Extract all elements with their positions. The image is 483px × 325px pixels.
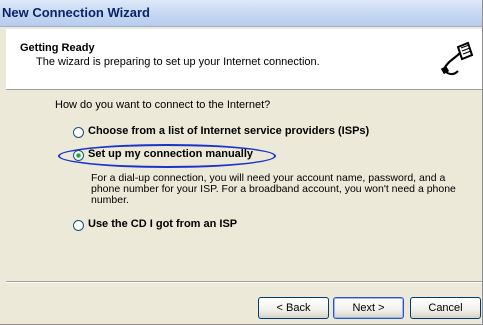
option-manual-label[interactable]: Set up my connection manually (88, 148, 253, 160)
option-cd-radio[interactable] (73, 220, 84, 231)
footer-divider (6, 281, 482, 283)
window-title: New Connection Wizard (2, 5, 150, 20)
next-button[interactable]: Next > (333, 297, 404, 319)
option-isp-list-label[interactable]: Choose from a list of Internet service p… (88, 125, 369, 137)
header-title: Getting Ready (20, 42, 95, 54)
manual-description: For a dial-up connection, you will need … (91, 172, 456, 206)
wizard-window: New Connection Wizard Getting Ready The … (0, 0, 483, 325)
option-manual-radio[interactable] (73, 150, 84, 161)
cancel-button[interactable]: Cancel (410, 297, 481, 319)
network-plug-icon (438, 39, 474, 79)
wizard-header: Getting Ready The wizard is preparing to… (6, 29, 482, 90)
back-button[interactable]: < Back (258, 297, 329, 319)
option-cd-label[interactable]: Use the CD I got from an ISP (88, 218, 237, 230)
option-isp-list-radio[interactable] (73, 127, 84, 138)
header-subtitle: The wizard is preparing to set up your I… (36, 56, 320, 68)
wizard-content: How do you want to connect to the Intern… (6, 90, 482, 280)
connect-question: How do you want to connect to the Intern… (55, 99, 271, 111)
title-bar[interactable]: New Connection Wizard (0, 0, 482, 27)
